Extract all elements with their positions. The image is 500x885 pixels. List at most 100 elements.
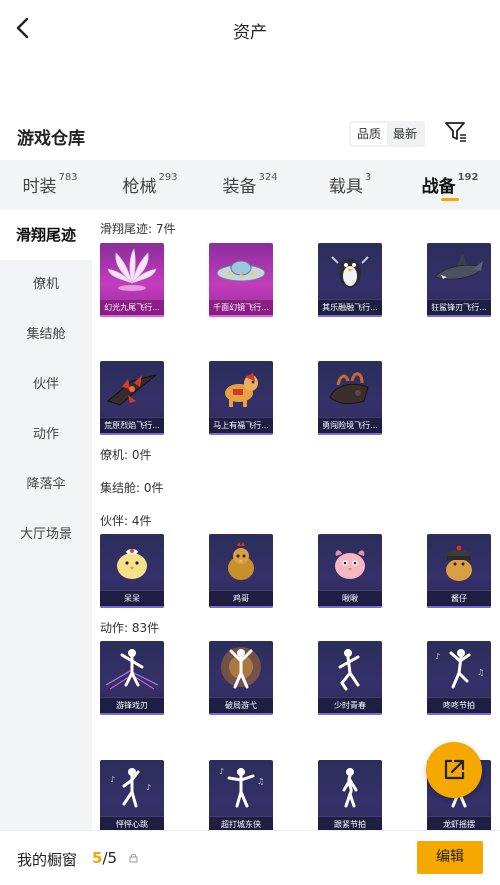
- item-card[interactable]: 跟紧节拍: [318, 760, 382, 830]
- item-card[interactable]: 狂鲨锋刃飞行...: [427, 243, 491, 317]
- tab-label: 时装: [22, 177, 57, 197]
- dance-pose-icon: [338, 649, 360, 691]
- section-label-partner: 伙伴: 4件: [100, 514, 152, 528]
- penguin-trail-icon: [331, 256, 369, 288]
- rarity-bar: [427, 315, 491, 317]
- filter-button[interactable]: [444, 120, 468, 144]
- showcase-total: /5: [102, 849, 118, 867]
- sub-category-sidebar: 滑翔尾迹 僚机 集结舱 伙伴 动作 降落伞 大厅场景: [0, 210, 92, 830]
- rarity-bar: [100, 315, 164, 317]
- rarity-bar: [427, 606, 491, 608]
- edit-button[interactable]: 编辑: [417, 841, 483, 874]
- dance-pose-icon: ♪ ♫: [219, 767, 264, 808]
- dance-pose-icon: ♪ ♪: [110, 768, 151, 808]
- item-card[interactable]: 荒原烈焰飞行...: [100, 361, 164, 435]
- item-card[interactable]: ♪ ♪ 怦怦心跳: [100, 760, 164, 830]
- tab-guns[interactable]: 枪械 293: [100, 160, 200, 210]
- dance-pose-icon: [105, 649, 159, 690]
- share-button[interactable]: [426, 742, 482, 798]
- rarity-bar: [427, 713, 491, 715]
- tab-label: 枪械: [122, 177, 157, 197]
- dance-pose-icon: [221, 647, 261, 689]
- item-card[interactable]: 勇闯险境飞行...: [318, 361, 382, 435]
- item-card[interactable]: 破局游弋: [209, 641, 273, 715]
- rarity-bar: [100, 606, 164, 608]
- tab-vehicles[interactable]: 载具 3: [300, 160, 400, 210]
- item-card[interactable]: 少时青春: [318, 641, 382, 715]
- tab-count: 192: [457, 172, 479, 183]
- rarity-bar: [318, 315, 382, 317]
- item-card[interactable]: 千面幻镜飞行...: [209, 243, 273, 317]
- item-card[interactable]: 幻光九尾飞行...: [100, 243, 164, 317]
- item-card[interactable]: 鸡哥: [209, 534, 273, 608]
- item-name: 超打城东侠: [209, 816, 273, 830]
- tab-count: 324: [258, 172, 278, 183]
- svg-text:♪: ♪: [219, 767, 224, 776]
- svg-text:♫: ♫: [257, 777, 264, 786]
- external-link-icon: [444, 759, 465, 780]
- rarity-bar: [100, 433, 164, 435]
- warehouse-title: 游戏仓库: [17, 129, 85, 149]
- tab-count: 783: [58, 172, 78, 183]
- tab-equipment[interactable]: 装备 324: [200, 160, 300, 210]
- rarity-bar: [318, 713, 382, 715]
- rarity-bar: [209, 606, 273, 608]
- sidebar-item-action[interactable]: 动作: [0, 410, 92, 460]
- ufo-trail-icon: [216, 260, 266, 282]
- item-name: 跟紧节拍: [318, 816, 382, 830]
- sidebar-item-lobby-scene[interactable]: 大厅场景: [0, 510, 92, 560]
- tab-fashion[interactable]: 时装 783: [0, 160, 100, 210]
- item-card[interactable]: ♪ ♫ 超打城东侠: [209, 760, 273, 830]
- item-card[interactable]: 马上有福飞行...: [209, 361, 273, 435]
- tab-count: 293: [158, 172, 178, 183]
- showcase-label: 我的橱窗: [17, 851, 78, 869]
- item-name: 龙虾摇摆: [427, 816, 491, 830]
- sort-quality-option[interactable]: 品质: [351, 123, 388, 145]
- showcase-count: 5/5: [92, 849, 117, 867]
- svg-text:♪: ♪: [435, 652, 440, 661]
- sidebar-item-pod[interactable]: 集结舱: [0, 310, 92, 360]
- tab-count: 3: [364, 172, 372, 183]
- helmet-duck-partner-icon: [446, 545, 472, 581]
- tab-battle-gear[interactable]: 战备 192: [400, 160, 500, 210]
- item-grid: 滑翔尾迹: 7件 幻光九尾飞行... 千面幻镜飞行... 其乐融融飞行... 狂…: [92, 210, 500, 830]
- filter-icon[interactable]: [444, 120, 468, 144]
- rarity-bar: [100, 713, 164, 715]
- bottom-bar: 我的橱窗 5/5 编辑: [0, 830, 500, 885]
- sort-toggle[interactable]: 品质 最新: [349, 121, 426, 147]
- item-card[interactable]: 游锋戏刃: [100, 641, 164, 715]
- rarity-bar: [318, 606, 382, 608]
- flame-wings-trail-icon: [106, 374, 157, 406]
- item-card[interactable]: 啾啾: [318, 534, 382, 608]
- section-label-wingman: 僚机: 0件: [100, 448, 152, 462]
- svg-text:♪: ♪: [146, 783, 151, 792]
- section-label-action: 动作: 83件: [100, 621, 160, 635]
- horse-trail-icon: [225, 373, 258, 407]
- sidebar-item-parachute[interactable]: 降落伞: [0, 460, 92, 510]
- sidebar-item-partner[interactable]: 伙伴: [0, 360, 92, 410]
- sort-newest-option[interactable]: 最新: [387, 123, 423, 145]
- svg-text:♪: ♪: [110, 775, 115, 784]
- dance-pose-icon: [342, 768, 358, 808]
- section-label-trail: 滑翔尾迹: 7件: [100, 222, 176, 236]
- item-name: 怦怦心跳: [100, 816, 164, 830]
- top-bar: 资产: [0, 0, 500, 58]
- sidebar-item-trail[interactable]: 滑翔尾迹: [0, 210, 92, 260]
- page-title: 资产: [233, 23, 267, 43]
- item-card[interactable]: 呆呆: [100, 534, 164, 608]
- svg-text:♫: ♫: [477, 668, 484, 677]
- tab-label: 战备: [421, 177, 456, 197]
- item-card[interactable]: ♪ ♫ 咚咚节拍: [427, 641, 491, 715]
- sidebar-item-wingman[interactable]: 僚机: [0, 260, 92, 310]
- rooster-partner-icon: [228, 542, 254, 580]
- category-tabs: 时装 783 枪械 293 装备 324 载具 3 战备 192: [0, 160, 500, 210]
- item-card[interactable]: 其乐融融飞行...: [318, 243, 382, 317]
- item-card[interactable]: 酱仔: [427, 534, 491, 608]
- section-label-pod: 集结舱: 0件: [100, 481, 164, 495]
- rarity-bar: [209, 315, 273, 317]
- dance-pose-icon: ♪ ♫: [435, 649, 484, 689]
- showcase-current: 5: [92, 849, 103, 867]
- tab-label: 载具: [328, 177, 363, 197]
- nine-tail-trail-icon: [107, 248, 157, 291]
- rarity-bar: [318, 433, 382, 435]
